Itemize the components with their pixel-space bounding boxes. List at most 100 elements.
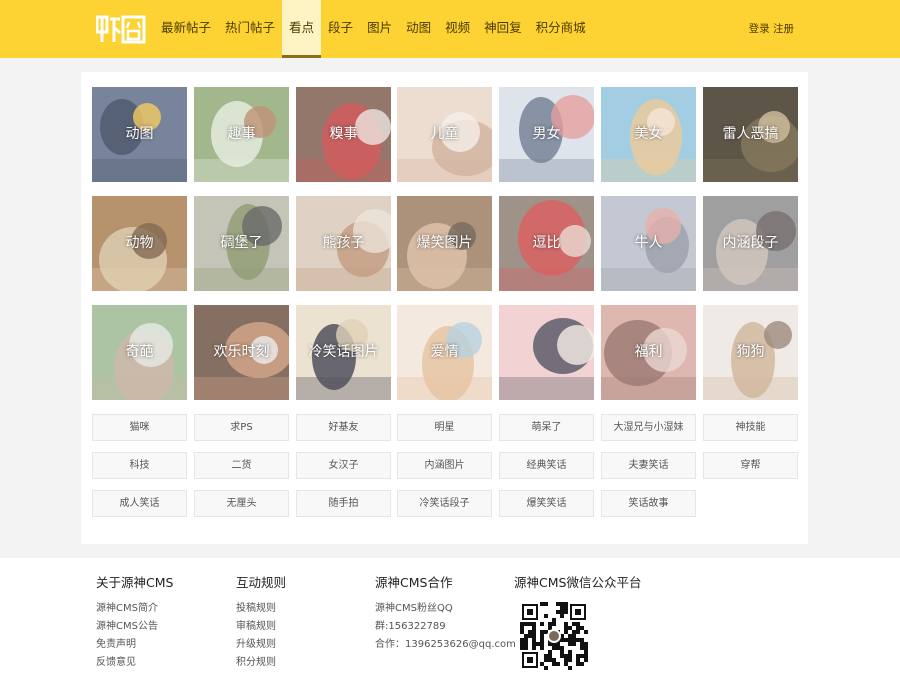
tile-label: 奇葩 [125, 344, 154, 360]
top-header: 最新帖子 热门帖子 看点 段子 图片 动图 视频 神回复 积分商城 登录 注册 [0, 0, 900, 58]
login-link[interactable]: 登录 [749, 23, 770, 35]
footer-info-text: 群:156322789 [375, 621, 446, 632]
tile-label: 趣事 [227, 126, 256, 142]
tile-label: 内涵段子 [722, 235, 779, 251]
qr-code-icon [520, 602, 588, 670]
tag-button[interactable]: 夫妻笑话 [601, 452, 696, 479]
category-tile[interactable]: 熊孩子 [296, 196, 391, 291]
footer-link[interactable]: 源神CMS公告 [96, 618, 173, 636]
tile-label: 狗狗 [736, 344, 765, 360]
tile-label: 牛人 [634, 235, 663, 251]
nav-item-8[interactable]: 积分商城 [529, 0, 593, 58]
footer-link[interactable]: 源神CMS简介 [96, 600, 173, 618]
nav-item-6[interactable]: 视频 [438, 0, 477, 58]
nav-item-7[interactable]: 神回复 [477, 0, 529, 58]
tag-button[interactable]: 女汉子 [296, 452, 391, 479]
tag-button[interactable]: 大湿兄与小湿妹 [601, 414, 696, 441]
category-tile[interactable]: 爱情 [397, 305, 492, 400]
tag-button[interactable]: 笑话故事 [601, 490, 696, 517]
tile-label: 动物 [125, 235, 154, 251]
category-tile[interactable]: 内涵段子 [703, 196, 798, 291]
category-tile[interactable] [499, 305, 594, 400]
category-tile[interactable]: 动物 [92, 196, 187, 291]
footer-column-title: 关于源神CMS [96, 575, 174, 590]
footer-column-title: 源神CMS合作 [375, 575, 453, 590]
footer-link[interactable]: 免责声明 [96, 636, 173, 654]
tag-button[interactable]: 成人笑话 [92, 490, 187, 517]
tile-label: 爱情 [430, 344, 459, 360]
nav-item-1[interactable]: 热门帖子 [218, 0, 282, 58]
tile-label: 欢乐时刻 [213, 344, 270, 360]
category-tile[interactable]: 逗比 [499, 196, 594, 291]
nav-item-0[interactable]: 最新帖子 [154, 0, 218, 58]
footer-column-title: 互动规则 [236, 575, 287, 590]
tile-label: 爆笑图片 [416, 235, 473, 251]
tag-button[interactable]: 内涵图片 [397, 452, 492, 479]
category-tile[interactable]: 美女 [601, 87, 696, 182]
nav-item-3[interactable]: 段子 [321, 0, 360, 58]
tag-button[interactable]: 经典笑话 [499, 452, 594, 479]
site-footer: 关于源神CMS 源神CMS简介 源神CMS公告 免责声明 反馈意见 互动规则投稿规则 审稿规… [0, 558, 900, 676]
footer-column: 源神CMS微信公众平台 [514, 572, 641, 600]
category-tile[interactable]: 冷笑话图片 [296, 305, 391, 400]
category-tile[interactable]: 儿童 [397, 87, 492, 182]
tile-label: 碉堡了 [220, 235, 263, 251]
register-link[interactable]: 注册 [773, 23, 794, 35]
tag-button[interactable]: 随手拍 [296, 490, 391, 517]
category-tile[interactable]: 男女 [499, 87, 594, 182]
footer-link[interactable]: 投稿规则 [236, 600, 286, 618]
category-tile[interactable]: 欢乐时刻 [194, 305, 289, 400]
nav-item-2[interactable]: 看点 [282, 0, 322, 58]
category-tile[interactable]: 雷人恶搞 [703, 87, 798, 182]
site-logo[interactable] [95, 14, 146, 44]
footer-link[interactable]: 升级规则 [236, 636, 286, 654]
footer-column-title: 源神CMS微信公众平台 [514, 575, 642, 590]
logo-icon [95, 15, 146, 44]
category-tile[interactable]: 动图 [92, 87, 187, 182]
footer-link[interactable]: 反馈意见 [96, 654, 173, 672]
nav-item-4[interactable]: 图片 [360, 0, 399, 58]
nav-item-5[interactable]: 动图 [399, 0, 438, 58]
tag-button[interactable]: 猫咪 [92, 414, 187, 441]
tag-grid: 猫咪 求PS 好基友 明星 萌呆了 大湿兄与小湿妹 神技能科技 二货 女汉子 内涵图片 经典笑话 夫妻… [92, 414, 798, 522]
tile-label: 雷人恶搞 [722, 126, 779, 142]
tile-label: 儿童 [430, 126, 459, 142]
footer-info-text: 源神CMS粉丝QQ [375, 603, 453, 614]
wechat-qr-code [520, 602, 588, 670]
tag-button[interactable]: 神技能 [703, 414, 798, 441]
footer-link[interactable]: 审稿规则 [236, 618, 286, 636]
tile-label: 熊孩子 [322, 235, 365, 251]
tag-button[interactable]: 萌呆了 [499, 414, 594, 441]
main-nav: 最新帖子 热门帖子 看点 段子 图片 动图 视频 神回复 积分商城 [154, 0, 593, 58]
tag-button[interactable]: 无厘头 [194, 490, 289, 517]
category-tile[interactable]: 福利 [601, 305, 696, 400]
category-tile[interactable]: 糗事 [296, 87, 391, 182]
tag-button[interactable]: 科技 [92, 452, 187, 479]
tile-label: 福利 [634, 344, 663, 360]
tag-button[interactable]: 求PS [194, 414, 289, 441]
tile-label: 糗事 [329, 126, 358, 142]
tile-label: 男女 [532, 126, 561, 142]
tag-button[interactable]: 冷笑话段子 [397, 490, 492, 517]
category-tile[interactable]: 碉堡了 [194, 196, 289, 291]
tile-label [499, 305, 594, 400]
content-panel: 动图 趣事 糗事 儿童 男女 美女 雷人恶搞动物 碉堡了 熊孩子 爆笑图片 逗比 牛人 内涵段子奇葩 欢乐… [81, 72, 808, 544]
footer-column: 源神CMS合作源神CMS粉丝QQ 群:156322789 合作：1396253626… [375, 572, 516, 654]
tag-button[interactable]: 穿帮 [703, 452, 798, 479]
category-tile[interactable]: 奇葩 [92, 305, 187, 400]
category-tile[interactable]: 爆笑图片 [397, 196, 492, 291]
tag-button[interactable]: 好基友 [296, 414, 391, 441]
tag-button[interactable]: 二货 [194, 452, 289, 479]
tile-label: 美女 [634, 126, 663, 142]
tile-label: 动图 [125, 126, 154, 142]
category-tile[interactable]: 狗狗 [703, 305, 798, 400]
tag-button[interactable]: 爆笑笑话 [499, 490, 594, 517]
category-tile-grid: 动图 趣事 糗事 儿童 男女 美女 雷人恶搞动物 碉堡了 熊孩子 爆笑图片 逗比 牛人 内涵段子奇葩 欢乐… [92, 87, 798, 400]
category-tile[interactable]: 趣事 [194, 87, 289, 182]
category-tile[interactable]: 牛人 [601, 196, 696, 291]
footer-info-text: 合作：1396253626@qq.com [375, 639, 516, 650]
tile-label: 逗比 [532, 235, 561, 251]
footer-column: 互动规则投稿规则 审稿规则 升级规则 积分规则 [236, 572, 286, 672]
footer-link[interactable]: 积分规则 [236, 654, 286, 672]
tag-button[interactable]: 明星 [397, 414, 492, 441]
